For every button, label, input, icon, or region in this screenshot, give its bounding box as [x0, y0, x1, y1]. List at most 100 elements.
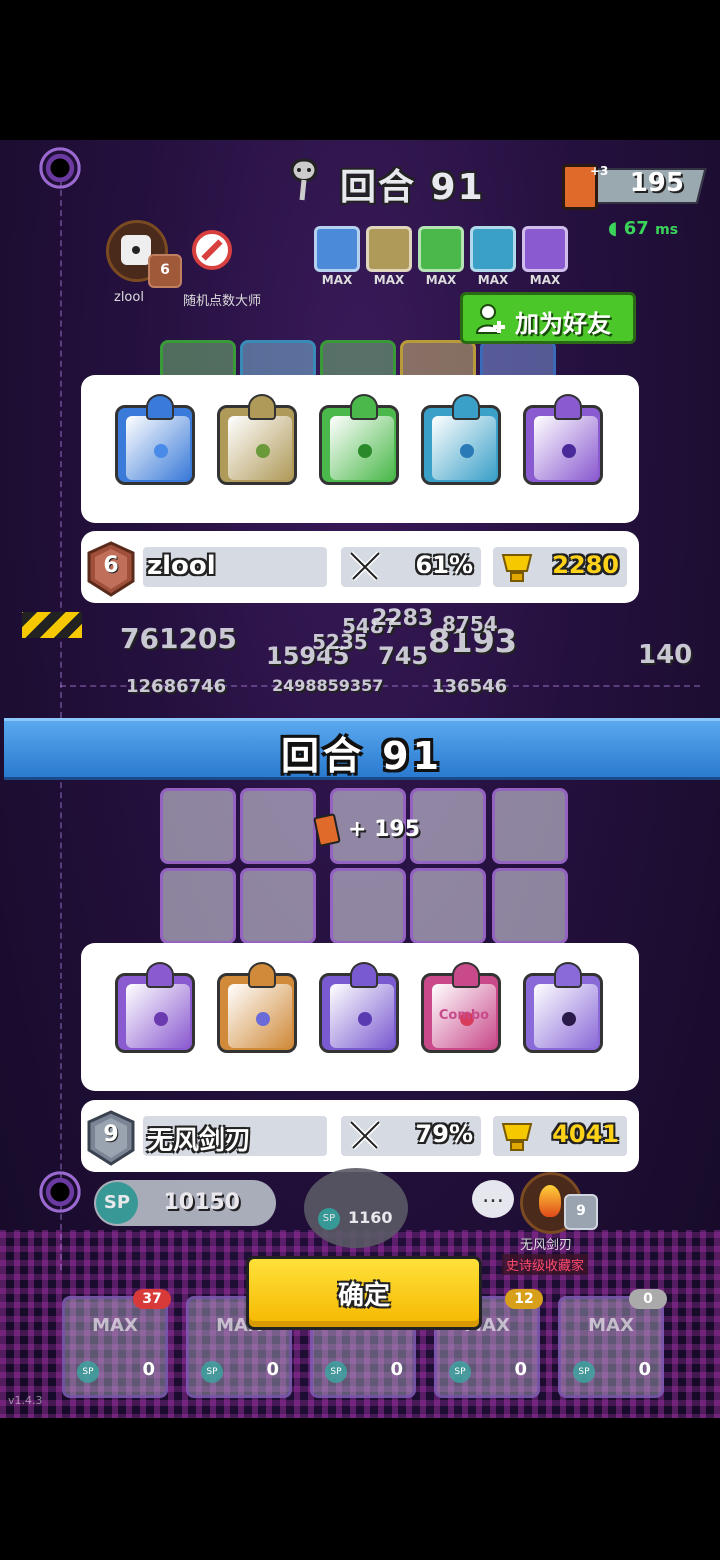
- snowflake-die-icon: MAX: [314, 226, 360, 287]
- player-name-box: 无风剑刃: [143, 1116, 327, 1156]
- reward-value: + 195: [348, 817, 421, 842]
- sp-icon: SP: [201, 1361, 223, 1383]
- radar-die-icon[interactable]: [319, 394, 399, 485]
- hazard-stripe: [22, 612, 82, 638]
- damage-number: 745: [378, 642, 429, 670]
- flame-icon: [539, 1185, 561, 1217]
- snowflake-die-icon[interactable]: [115, 394, 195, 485]
- player-info-panel: 9 无风剑刃 79% 4041: [81, 1100, 639, 1172]
- mini-die-level: MAX: [529, 273, 561, 287]
- chat-bubble-icon[interactable]: …: [472, 1180, 514, 1218]
- portal-icon: [38, 146, 82, 190]
- card-icon: [313, 813, 341, 847]
- sp-icon: SP: [77, 1361, 99, 1383]
- die-pip: [562, 444, 576, 458]
- combo-die-icon[interactable]: Combo: [421, 962, 501, 1053]
- opponent-name: zlool: [114, 290, 144, 305]
- infinity-die-icon[interactable]: [217, 962, 297, 1053]
- dragon-crest-icon: [248, 394, 276, 420]
- opponent-rank-badge: 6: [148, 254, 182, 288]
- deck-slot-max: MAX: [588, 1315, 634, 1336]
- crossed-swords-icon: [349, 551, 381, 581]
- mini-die-level: MAX: [321, 273, 353, 287]
- board-die: [492, 788, 568, 864]
- dragon-crest-icon: [350, 394, 378, 420]
- dragon-crest-icon: [350, 962, 378, 988]
- mini-die-level: MAX: [477, 273, 509, 287]
- crit-value: 79%: [415, 1120, 473, 1148]
- card-reward: + 195: [313, 813, 421, 847]
- orbit-die-icon[interactable]: [115, 962, 195, 1053]
- dragon-crest-icon: [554, 394, 582, 420]
- opponent-title: 随机点数大师: [183, 294, 262, 309]
- player-name-box: zlool: [143, 547, 327, 587]
- add-friend-label: 加为好友: [515, 310, 611, 338]
- add-friend-button[interactable]: 加为好友: [460, 292, 636, 344]
- vortex-die-icon[interactable]: [421, 394, 501, 485]
- crack-die-icon[interactable]: [523, 962, 603, 1053]
- shield-die-icon: MAX: [366, 226, 412, 287]
- ping-value: 67: [623, 218, 649, 239]
- board-die: [240, 788, 316, 864]
- trophy-icon: [501, 1123, 533, 1151]
- sp-icon: SP: [573, 1361, 595, 1383]
- die-pip: [154, 444, 168, 458]
- deck-slot[interactable]: MAX SP 0 0: [558, 1289, 667, 1398]
- damage-number: 5235: [312, 630, 368, 654]
- confirm-button[interactable]: 确定: [246, 1256, 482, 1330]
- trophy-icon: [501, 554, 533, 582]
- deck-slot-level: 0: [629, 1289, 667, 1309]
- shield-die-icon[interactable]: [217, 394, 297, 485]
- die-pip: [358, 444, 372, 458]
- damage-number: 2498859357: [272, 676, 384, 695]
- orbit-die-icon[interactable]: [523, 394, 603, 485]
- damage-number: 12686746: [126, 676, 227, 697]
- trophy-box: 2280: [493, 547, 627, 587]
- opponent-deck-panel: [81, 375, 639, 523]
- moon-die-icon[interactable]: [319, 962, 399, 1053]
- deck-slot-count: 0: [142, 1359, 155, 1380]
- trophy-value: 2280: [552, 551, 619, 579]
- die-pip: [562, 1012, 576, 1026]
- player-name: 无风剑刃: [147, 1126, 252, 1156]
- player-name: zlool: [147, 551, 216, 581]
- deck-slot-level: 37: [133, 1289, 171, 1309]
- opponent-mini-dice: MAX MAX MAX MAX MAX: [310, 226, 570, 287]
- crit-box: 79%: [341, 1116, 481, 1156]
- die-pip: [256, 1012, 270, 1026]
- damage-number: 136546: [432, 676, 508, 697]
- board-die: [492, 868, 568, 944]
- damage-number: 761205: [120, 622, 237, 655]
- deck-slot-count: 0: [514, 1359, 527, 1380]
- player-name-small: 无风剑刃: [520, 1238, 573, 1253]
- mini-die-level: MAX: [373, 273, 405, 287]
- dragon-crest-icon: [146, 962, 174, 988]
- snake-icon: [290, 158, 318, 201]
- sp-icon: SP: [318, 1208, 340, 1230]
- ping-unit: ms: [655, 222, 679, 238]
- die-pip: [358, 1012, 372, 1026]
- damage-number: 2283: [372, 606, 434, 631]
- sp-counter: SP 10150: [94, 1180, 276, 1226]
- radar-die-icon: MAX: [418, 226, 464, 287]
- trophy-box: 4041: [493, 1116, 627, 1156]
- mini-die-level: MAX: [425, 273, 457, 287]
- sp-icon: SP: [449, 1361, 471, 1383]
- board-die: [240, 868, 316, 944]
- deck-slot-count: 0: [266, 1359, 279, 1380]
- damage-number: 140: [638, 640, 693, 670]
- die-icon: [121, 235, 151, 265]
- crit-value: 61%: [415, 551, 473, 579]
- confirm-label: 确定: [337, 1281, 390, 1311]
- add-user-icon: [475, 304, 505, 334]
- portal-icon: [38, 1170, 82, 1214]
- damage-number: 8754: [442, 612, 498, 636]
- board-die: [410, 788, 486, 864]
- dragon-crest-icon: [554, 962, 582, 988]
- sp-value: 10150: [163, 1190, 240, 1215]
- spawn-die-button[interactable]: SP 1160: [304, 1168, 408, 1248]
- sp-icon: SP: [325, 1361, 347, 1383]
- deck-slot[interactable]: MAX SP 0 37: [62, 1289, 171, 1398]
- deck-slot-max: MAX: [92, 1315, 138, 1336]
- dragon-crest-icon: [452, 962, 480, 988]
